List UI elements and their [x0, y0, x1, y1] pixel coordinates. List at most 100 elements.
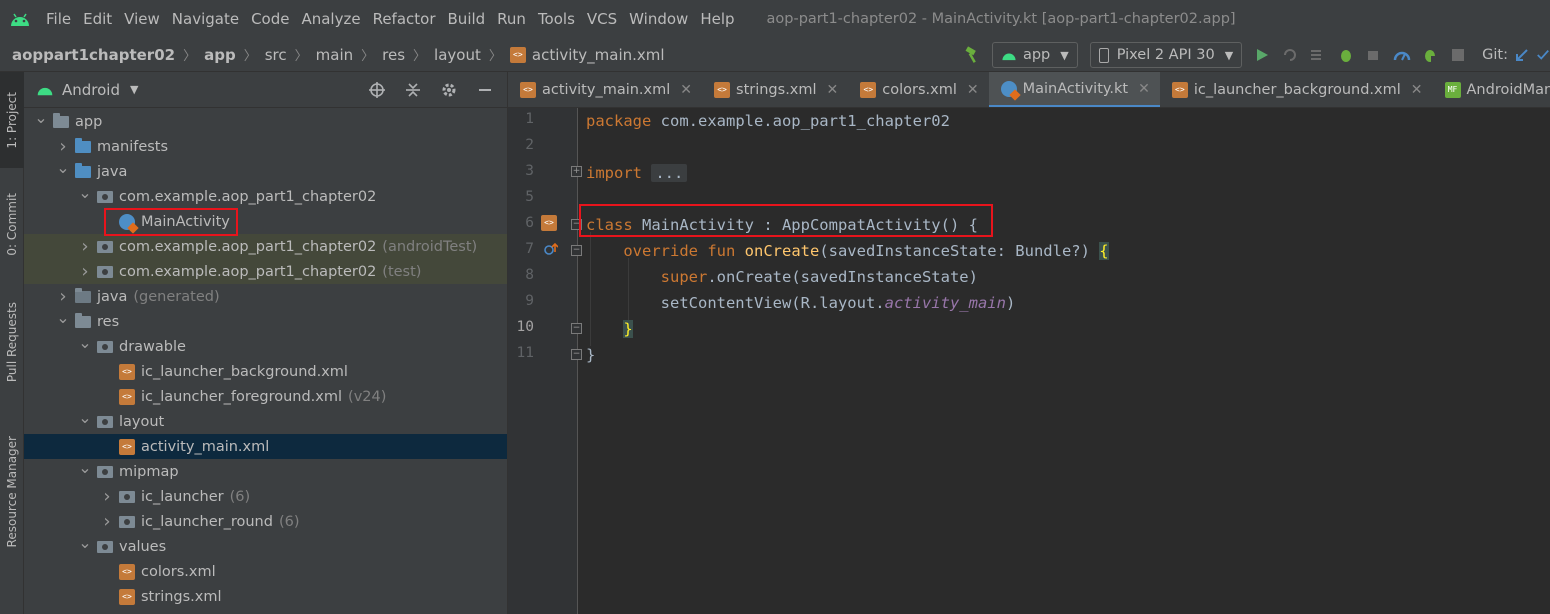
- tree-item[interactable]: <> colors.xml: [24, 559, 507, 584]
- chevron-down-icon[interactable]: ⌄: [78, 533, 92, 552]
- debug-bug-icon[interactable]: [1332, 41, 1360, 69]
- menu-view[interactable]: View: [118, 10, 166, 28]
- breadcrumb-module[interactable]: app: [204, 46, 236, 64]
- collapse-all-icon[interactable]: [399, 76, 427, 104]
- menu-navigate[interactable]: Navigate: [166, 10, 245, 28]
- locate-crosshair-icon[interactable]: [363, 76, 391, 104]
- breadcrumb-layout[interactable]: layout: [434, 46, 481, 64]
- menu-tools[interactable]: Tools: [532, 10, 581, 28]
- breadcrumb-src[interactable]: src: [265, 46, 287, 64]
- tree-item[interactable]: › manifests: [24, 134, 507, 159]
- menu-run[interactable]: Run: [491, 10, 532, 28]
- menu-refactor[interactable]: Refactor: [367, 10, 442, 28]
- device-select[interactable]: Pixel 2 API 30 ▼: [1089, 42, 1243, 68]
- close-icon[interactable]: ✕: [680, 82, 692, 98]
- tree-item[interactable]: ⌄ com.example.aop_part1_chapter02: [24, 183, 507, 209]
- chevron-right-icon[interactable]: ›: [100, 511, 114, 532]
- tree-item[interactable]: ⌄ mipmap: [24, 458, 507, 484]
- close-icon[interactable]: ✕: [827, 82, 839, 98]
- attach-debugger-icon[interactable]: [1360, 41, 1388, 69]
- apply-code-changes-icon[interactable]: [1304, 41, 1332, 69]
- breadcrumb-project[interactable]: aoppart1chapter02: [12, 46, 175, 64]
- tree-item[interactable]: ⌄ values: [24, 533, 507, 559]
- profiler-icon[interactable]: [1388, 41, 1416, 69]
- fold-marker-icon[interactable]: −: [571, 349, 582, 360]
- stop-icon[interactable]: [1444, 41, 1472, 69]
- tree-item[interactable]: <> ic_launcher_foreground.xml (v24): [24, 384, 507, 409]
- tree-item-label: values: [119, 538, 167, 555]
- tab-ic-launcher-background-xml[interactable]: <> ic_launcher_background.xml ✕: [1160, 72, 1433, 107]
- chevron-down-icon[interactable]: ⌄: [56, 158, 70, 177]
- project-view-mode[interactable]: Android: [62, 81, 120, 99]
- tab-label: activity_main.xml: [542, 82, 671, 98]
- chevron-down-icon[interactable]: ⌄: [78, 333, 92, 352]
- menu-window[interactable]: Window: [623, 10, 694, 28]
- tree-item[interactable]: › com.example.aop_part1_chapter02 (android…: [24, 234, 507, 259]
- menu-build[interactable]: Build: [442, 10, 492, 28]
- apply-changes-icon[interactable]: [1276, 41, 1304, 69]
- chevron-right-icon[interactable]: ›: [78, 261, 92, 282]
- chevron-right-icon[interactable]: ›: [100, 486, 114, 507]
- tab-strings-xml[interactable]: <> strings.xml ✕: [702, 72, 848, 107]
- run-icon[interactable]: [1248, 41, 1276, 69]
- tree-item[interactable]: › com.example.aop_part1_chapter02 (test): [24, 259, 507, 284]
- override-marker-icon[interactable]: [544, 242, 559, 260]
- tree-item[interactable]: ⌄ drawable: [24, 333, 507, 359]
- menu-analyze[interactable]: Analyze: [295, 10, 366, 28]
- chevron-right-icon[interactable]: ›: [56, 136, 70, 157]
- tree-item-label: activity_main.xml: [141, 438, 270, 455]
- tab-mainactivity-kt[interactable]: MainActivity.kt ✕: [988, 72, 1160, 107]
- fold-marker-icon[interactable]: +: [571, 166, 582, 177]
- tree-item[interactable]: <> ic_launcher_background.xml: [24, 359, 507, 384]
- git-commit-check-icon[interactable]: [1536, 41, 1550, 69]
- class-declaration-highlight-box: [579, 204, 993, 237]
- tree-item[interactable]: <> strings.xml: [24, 584, 507, 609]
- menu-vcs[interactable]: VCS: [581, 10, 623, 28]
- debug-attach-bug-icon[interactable]: [1416, 41, 1444, 69]
- tree-item[interactable]: › java (generated): [24, 284, 507, 309]
- close-icon[interactable]: ✕: [1411, 82, 1423, 98]
- menu-file[interactable]: File: [40, 10, 77, 28]
- tree-item[interactable]: ⌄ res: [24, 308, 507, 334]
- tab-activity-main-xml[interactable]: <> activity_main.xml ✕: [508, 72, 702, 107]
- tree-item[interactable]: ⌄ app: [24, 108, 507, 134]
- fold-marker-icon[interactable]: −: [571, 323, 582, 334]
- chevron-down-icon[interactable]: ⌄: [78, 458, 92, 477]
- tree-item[interactable]: <> activity_main.xml: [24, 434, 507, 459]
- run-config-select[interactable]: app ▼: [991, 42, 1078, 68]
- breadcrumb-res[interactable]: res: [382, 46, 405, 64]
- tool-tab-project[interactable]: 1: Project: [0, 72, 24, 168]
- tab-androidmanifest-xml[interactable]: MF AndroidManifest.xml: [1433, 72, 1550, 107]
- chevron-right-icon[interactable]: ›: [78, 236, 92, 257]
- tool-tab-commit[interactable]: 0: Commit: [0, 178, 24, 270]
- chevron-down-icon[interactable]: ⌄: [34, 108, 48, 127]
- collapsed-imports[interactable]: ...: [651, 164, 688, 182]
- close-icon[interactable]: ✕: [967, 82, 979, 98]
- tree-item[interactable]: MainActivity: [24, 209, 507, 234]
- tree-item[interactable]: ⌄ layout: [24, 408, 507, 434]
- chevron-down-icon[interactable]: ⌄: [78, 408, 92, 427]
- tree-item[interactable]: › ic_launcher (6): [24, 484, 507, 509]
- chevron-down-icon[interactable]: ⌄: [78, 183, 92, 202]
- menu-code[interactable]: Code: [245, 10, 295, 28]
- gear-icon[interactable]: [435, 76, 463, 104]
- tree-item[interactable]: ⌄ java: [24, 158, 507, 184]
- menu-edit[interactable]: Edit: [77, 10, 118, 28]
- xml-layout-gutter-icon[interactable]: <>: [541, 215, 557, 231]
- chevron-down-icon[interactable]: ⌄: [56, 308, 70, 327]
- tool-tab-pull-requests[interactable]: Pull Requests: [0, 286, 24, 398]
- tree-item[interactable]: › ic_launcher_round (6): [24, 509, 507, 534]
- menu-help[interactable]: Help: [694, 10, 740, 28]
- breadcrumb-main[interactable]: main: [316, 46, 353, 64]
- build-hammer-icon[interactable]: [958, 41, 986, 69]
- tool-tab-resource-manager[interactable]: Resource Manager: [0, 422, 24, 562]
- fold-marker-icon[interactable]: −: [571, 245, 582, 256]
- git-update-icon[interactable]: [1508, 41, 1536, 69]
- code-editor[interactable]: 1 2 3 5 6 7 8 9 10 11 <> + − − − − packa…: [508, 108, 1550, 614]
- chevron-right-icon[interactable]: ›: [56, 286, 70, 307]
- chevron-down-icon[interactable]: ▼: [130, 83, 138, 96]
- breadcrumb-file[interactable]: activity_main.xml: [532, 46, 665, 64]
- close-icon[interactable]: ✕: [1138, 81, 1150, 97]
- tab-colors-xml[interactable]: <> colors.xml ✕: [848, 72, 988, 107]
- minimize-icon[interactable]: [471, 76, 499, 104]
